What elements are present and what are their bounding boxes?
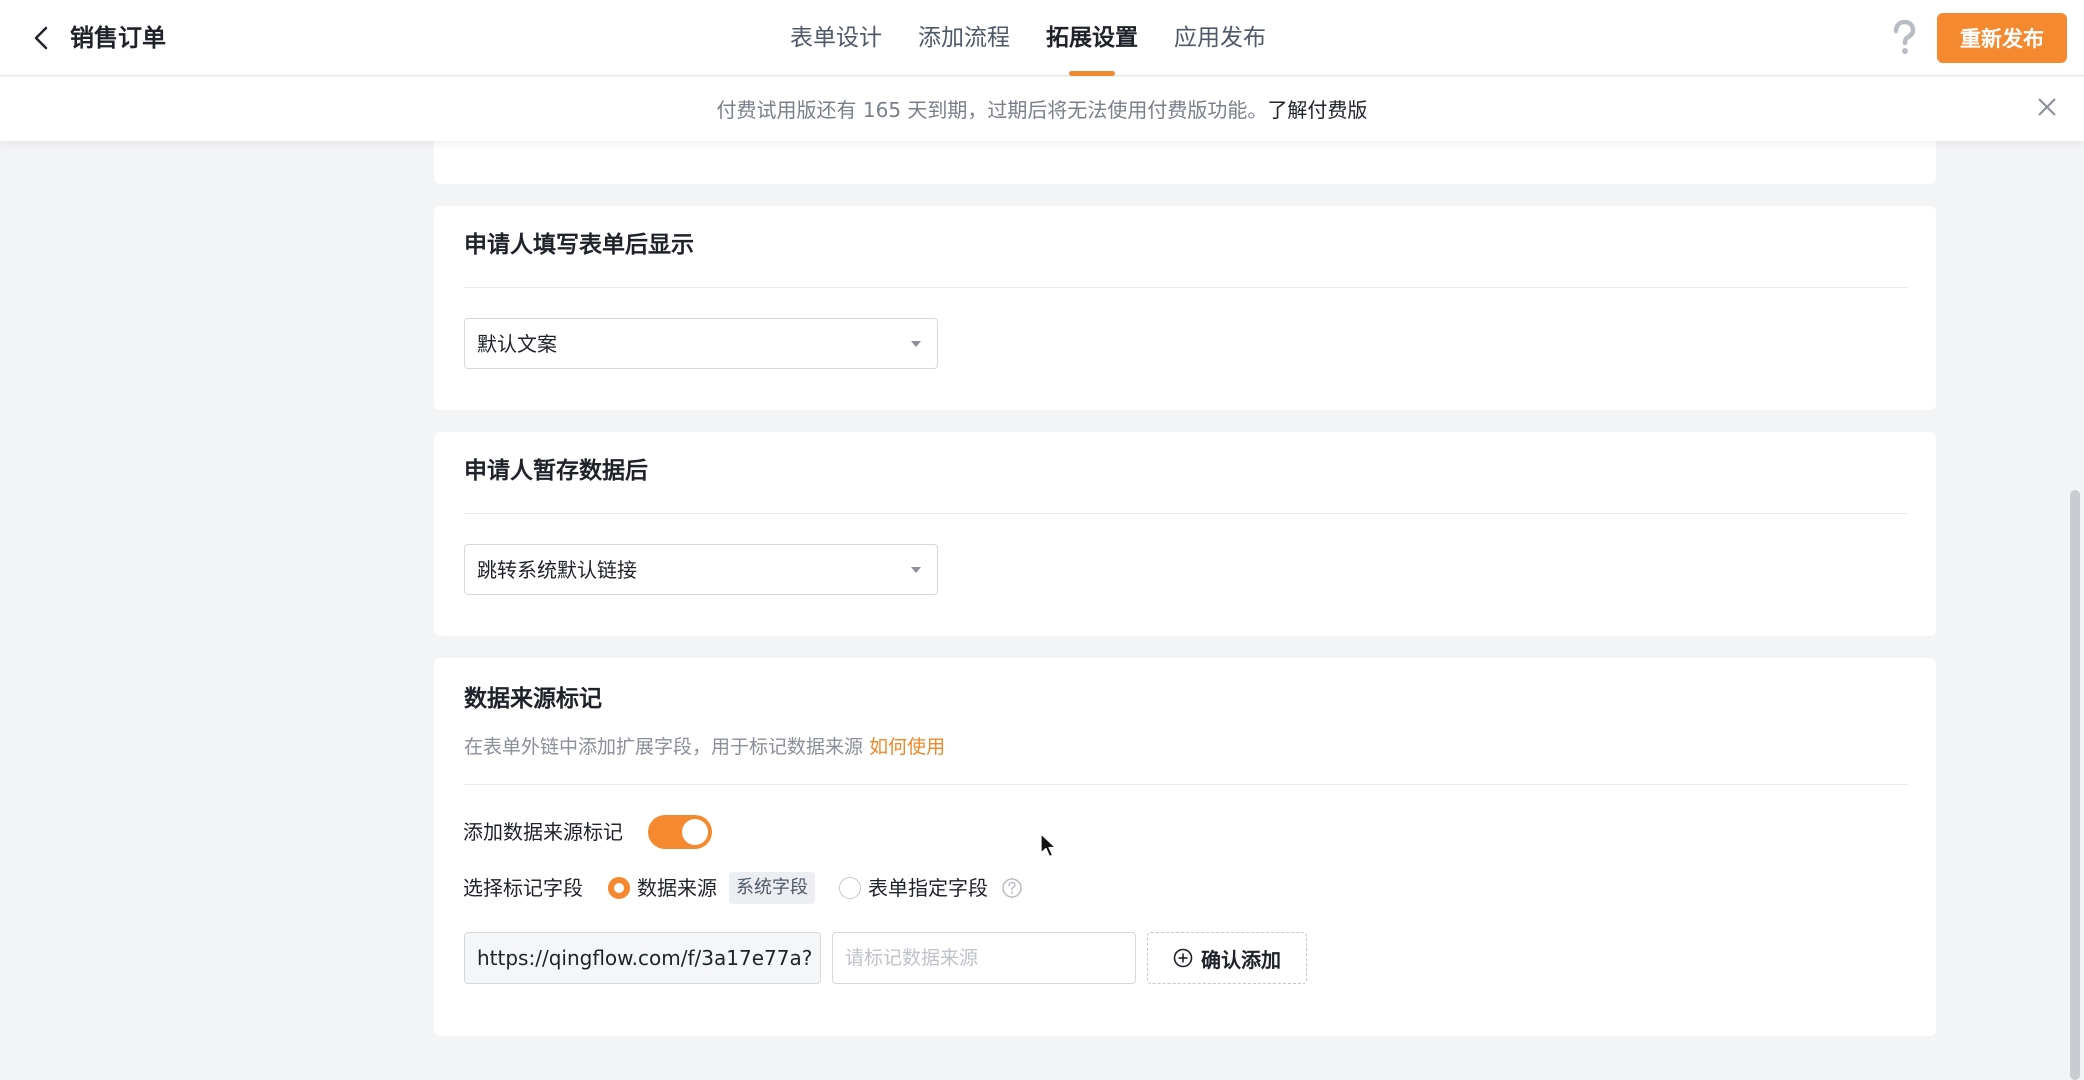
confirm-add-button[interactable]: 确认添加 — [1147, 932, 1307, 984]
learn-paid-link[interactable]: 了解付费版 — [1267, 98, 1367, 122]
close-icon[interactable] — [2036, 96, 2058, 118]
after-draft-select[interactable]: 跳转系统默认链接 — [464, 544, 938, 595]
trial-notice-bar: 付费试用版还有 165 天到期，过期后将无法使用付费版功能。了解付费版 — [0, 77, 2084, 141]
mouse-cursor-icon — [1040, 833, 1057, 858]
after-submit-select-value: 默认文案 — [477, 332, 557, 356]
back-arrow-icon[interactable] — [26, 22, 58, 54]
tab-form-design[interactable]: 表单设计 — [790, 0, 882, 76]
field-select-label: 选择标记字段 — [463, 876, 583, 900]
tab-add-workflow[interactable]: 添加流程 — [918, 0, 1010, 76]
after-draft-select-value: 跳转系统默认链接 — [477, 558, 637, 582]
tab-extension-settings[interactable]: 拓展设置 — [1046, 0, 1138, 76]
after-submit-select[interactable]: 默认文案 — [464, 318, 938, 369]
divider — [464, 513, 1908, 514]
toggle-label: 添加数据来源标记 — [463, 820, 623, 844]
help-icon[interactable] — [1888, 20, 1920, 56]
source-mark-title: 数据来源标记 — [464, 686, 602, 712]
toggle-knob — [682, 819, 708, 845]
main-tabs: 表单设计 添加流程 拓展设置 应用发布 — [790, 0, 1266, 76]
republish-button[interactable]: 重新发布 — [1937, 13, 2067, 63]
after-submit-title: 申请人填写表单后显示 — [464, 232, 694, 258]
tab-app-publish[interactable]: 应用发布 — [1174, 0, 1266, 76]
source-mark-toggle[interactable] — [648, 815, 712, 849]
description-text: 在表单外链中添加扩展字段，用于标记数据来源 — [464, 736, 864, 758]
caret-down-icon — [911, 567, 921, 573]
source-mark-description: 在表单外链中添加扩展字段，用于标记数据来源 如何使用 — [464, 734, 945, 760]
divider — [464, 287, 1908, 288]
radio-form-field-label[interactable]: 表单指定字段 — [868, 875, 988, 901]
radio-data-source-label[interactable]: 数据来源 — [637, 875, 717, 901]
after-draft-title: 申请人暂存数据后 — [464, 458, 648, 484]
app-title: 销售订单 — [70, 24, 166, 52]
notice-message: 付费试用版还有 165 天到期，过期后将无法使用付费版功能。 — [716, 98, 1268, 122]
radio-data-source[interactable] — [608, 877, 630, 899]
confirm-add-label: 确认添加 — [1201, 947, 1281, 972]
question-circle-icon[interactable] — [1001, 877, 1023, 899]
scrollbar-thumb[interactable] — [2070, 490, 2080, 1080]
source-mark-input[interactable] — [832, 932, 1136, 984]
plus-circle-icon — [1173, 948, 1193, 968]
system-field-tag: 系统字段 — [729, 872, 815, 904]
caret-down-icon — [911, 341, 921, 347]
top-header: 销售订单 表单设计 添加流程 拓展设置 应用发布 重新发布 — [0, 0, 2084, 76]
after-submit-card: 申请人填写表单后显示 默认文案 — [434, 206, 1936, 410]
after-draft-card: 申请人暂存数据后 跳转系统默认链接 — [434, 432, 1936, 636]
how-to-use-link[interactable]: 如何使用 — [869, 736, 945, 758]
divider — [464, 784, 1908, 785]
form-url-field[interactable]: https://qingflow.com/f/3a17e77a? ... — [464, 932, 821, 984]
radio-form-field[interactable] — [839, 877, 861, 899]
notice-text: 付费试用版还有 165 天到期，过期后将无法使用付费版功能。了解付费版 — [0, 97, 2084, 123]
